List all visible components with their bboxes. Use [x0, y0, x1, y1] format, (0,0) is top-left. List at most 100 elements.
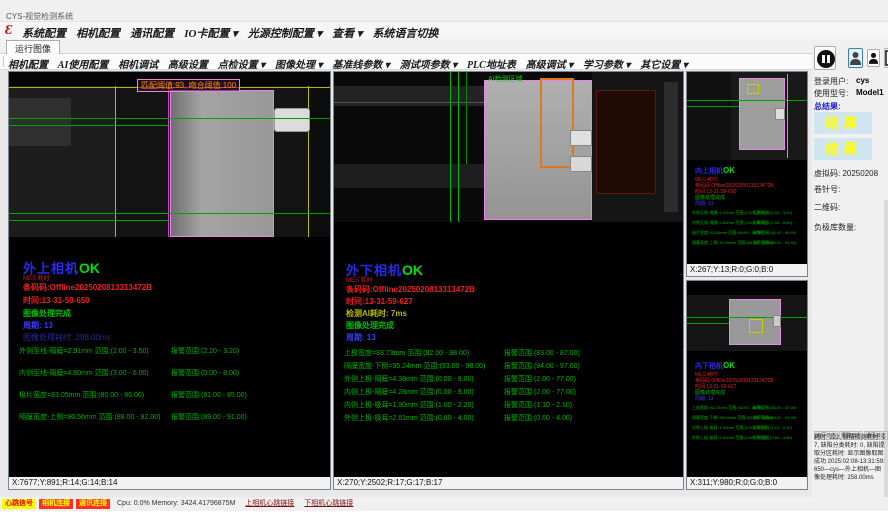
- scene-machinery: [334, 102, 484, 103]
- measurement-row: 上极宽度=83.73mm 范围:(82.00 - 88.00)报警范围:(83.…: [334, 348, 683, 358]
- tool-learning-params[interactable]: 学习参数 ▾: [583, 56, 631, 71]
- menu-bar: Ɛ 系统配置 相机配置 通讯配置 IO卡配置 ▾ 光源控制配置 ▾ 查看 ▾ 系…: [0, 22, 888, 39]
- scene-machinery: [687, 72, 731, 160]
- overlay-line-green: [466, 72, 467, 164]
- camera-title: 内下相机OK: [695, 361, 735, 371]
- cycle-line: 周期: 13: [346, 332, 376, 343]
- heartbeat-status-badge: 心跳信号: [2, 499, 36, 509]
- measurement-row: 外侧至线-隔膜=2.91mm 范围:(2.00 - 3.50)报警范围:(2.2…: [9, 346, 330, 356]
- tool-advanced-debug[interactable]: 高级调试 ▾: [526, 56, 574, 71]
- overlay-line-green: [687, 100, 807, 101]
- measurement-row: 外侧上极-隔膜=4.38mm 范围:(0.00 - 9.00)报警范围:(2.0…: [334, 374, 683, 384]
- toolbar-divider: [3, 56, 4, 67]
- tool-baseline-params[interactable]: 基准线参数 ▾: [332, 56, 390, 71]
- measurement-row: 极片宽度=83.05mm 范围:(80.00 - 86.00)报警范围:(81.…: [9, 390, 330, 400]
- mes-line: MES:耗时: [346, 275, 373, 284]
- overlay-line-green: [9, 125, 170, 126]
- upper-camera-heartbeat-link[interactable]: 上相机心跳链接: [245, 497, 294, 511]
- measurement-row: 外侧上极-极耳=2.61mm 范围:(0.60 - 4.00)报警范围:(0.6…: [334, 413, 683, 423]
- cycle-line: 周期: 13: [23, 320, 53, 331]
- app-window: CYS-视觉检测系统 Ɛ 系统配置 相机配置 通讯配置 IO卡配置 ▾ 光源控制…: [0, 0, 888, 522]
- tab-strip: 运行图像: [0, 39, 888, 54]
- window-title: CYS-视觉检测系统: [6, 11, 73, 22]
- tool-test-params[interactable]: 测试项参数 ▾: [400, 56, 458, 71]
- tool-camera-debug[interactable]: 相机调试: [118, 56, 158, 71]
- scene-cell: [170, 90, 274, 237]
- tool-image-processing[interactable]: 图像处理 ▾: [275, 56, 323, 71]
- pin-number-label: 卷针号:: [814, 184, 840, 195]
- overlay-line-yellow: [787, 74, 788, 158]
- scene-connector: [274, 108, 310, 132]
- model-label: 使用型号:: [814, 88, 848, 99]
- scene-machinery: [334, 86, 484, 106]
- scene-machinery: [664, 82, 678, 212]
- pixel-coords-readout: X:270;Y:2502;R:17;G:17;B:17: [334, 477, 683, 489]
- center-camera-image[interactable]: AI检测区域: [334, 72, 683, 222]
- scene-machinery: [596, 90, 656, 194]
- total-result-label: 总结果:: [814, 101, 841, 112]
- tool-spot-check[interactable]: 点检设置 ▾: [218, 56, 266, 71]
- overlay-line-magenta: [168, 86, 169, 237]
- exit-button[interactable]: [884, 48, 888, 68]
- measurement-row: 内侧至线-隔膜=4.60mm 范围:(3.00 - 6.00)报警范围:(0.0…: [9, 368, 330, 378]
- center-camera-panel: AI检测区域 外下相机OK MES:耗时 条码码:Offline20250208…: [333, 71, 684, 490]
- overlay-rect-yellow: [747, 84, 759, 94]
- scene-cell: [484, 80, 592, 220]
- scene-tab-feature: [570, 130, 592, 146]
- qr-code-label: 二维码:: [814, 202, 840, 213]
- tool-plc-address[interactable]: PLC地址表: [467, 56, 516, 71]
- scene-machinery: [309, 86, 330, 237]
- camera-connection-badge: 相机连接: [39, 499, 73, 509]
- cycle-line: 周期: 13: [695, 200, 713, 207]
- log-text: 耗时: 222, 缺陷检测耗时: 17, 缺陷分类耗时: 0, 缺陷提取分区耗时…: [814, 434, 886, 482]
- scene-tab-feature: [773, 315, 781, 327]
- tool-ai-usage-config[interactable]: AI使用配置: [58, 56, 109, 71]
- overlay-line-green: [687, 106, 739, 107]
- left-camera-image[interactable]: 匹配阈值:93, 吻合阈值:100: [9, 72, 330, 237]
- tool-camera-config[interactable]: 相机配置: [8, 56, 48, 71]
- control-panel: 登录用户: cys 使用型号: Model1 总结果: 结果 结果 虚拟码: 2…: [812, 40, 888, 497]
- status-ok: OK: [79, 260, 100, 276]
- tool-advanced-settings[interactable]: 高级设置: [168, 56, 208, 71]
- tab-run-image[interactable]: 运行图像: [6, 40, 60, 54]
- scene-tab-feature: [570, 156, 592, 172]
- user-icon: [849, 50, 862, 66]
- model-value: Model1: [856, 88, 884, 97]
- user-button[interactable]: [848, 48, 863, 68]
- barcode-line: 条码码:Offline2025020813313472B: [346, 284, 475, 295]
- user-dark-icon: [868, 51, 879, 65]
- measurement-row: 内侧上极-极耳=1.90mm 范围:(1.00 - 2.20)报警范围:(1.1…: [334, 400, 683, 410]
- ai-region-label: AI检测区域: [488, 74, 523, 84]
- scene-machinery: [334, 164, 484, 188]
- time-line: 时间:13-31-59-627: [346, 296, 413, 307]
- overlay-line-green: [687, 317, 807, 318]
- overlay-line-green: [9, 118, 330, 119]
- scene-tab-feature: [775, 108, 785, 120]
- pixel-coords-readout: X:267;Y:13;R:0;G:0;B:0: [687, 264, 807, 276]
- overlay-line-green: [9, 213, 330, 214]
- small-camera-image-1[interactable]: [687, 72, 807, 160]
- user-dark-button[interactable]: [867, 49, 880, 67]
- stock-count-label: 负极库数量:: [814, 222, 856, 233]
- overlay-line-green: [687, 323, 729, 324]
- toolbar: 相机配置 AI使用配置 相机调试 高级设置 点检设置 ▾ 图像处理 ▾ 基准线参…: [0, 54, 888, 70]
- virtual-code-label: 虚拟码: 20250208: [814, 168, 878, 179]
- time-line: 时间:13-31-59-650: [23, 295, 90, 306]
- measurement-row: 隔膜宽度-上侧=90.56mm 范围:(88.00 - 92.00)报警范围:(…: [9, 412, 330, 422]
- app-logo-icon: Ɛ: [5, 23, 12, 39]
- scene-machinery: [9, 98, 71, 146]
- overlay-line-yellow: [115, 86, 116, 237]
- process-done-line: 图像处理完成: [23, 308, 71, 319]
- title-bar: CYS-视觉检测系统: [0, 0, 888, 22]
- ai-time-line: 检测AI耗时: 7ms: [346, 308, 407, 319]
- lower-camera-heartbeat-link[interactable]: 下相机心跳链接: [304, 497, 353, 511]
- small-camera-image-2[interactable]: [687, 295, 807, 351]
- match-threshold-label: 匹配阈值:93, 吻合阈值:100: [137, 79, 240, 92]
- status-ok: OK: [723, 166, 735, 175]
- cycle-line: 周期: 13: [695, 395, 713, 402]
- pause-button[interactable]: [814, 46, 836, 70]
- left-camera-panel: 匹配阈值:93, 吻合阈值:100 外上相机OK MES:耗时 条码码:Offl…: [8, 71, 331, 490]
- overlay-line-green: [9, 220, 170, 221]
- pixel-coords-readout: X:311;Y:980;R:0;G:0;B:0: [687, 477, 807, 489]
- tool-other-settings[interactable]: 其它设置 ▾: [640, 56, 688, 71]
